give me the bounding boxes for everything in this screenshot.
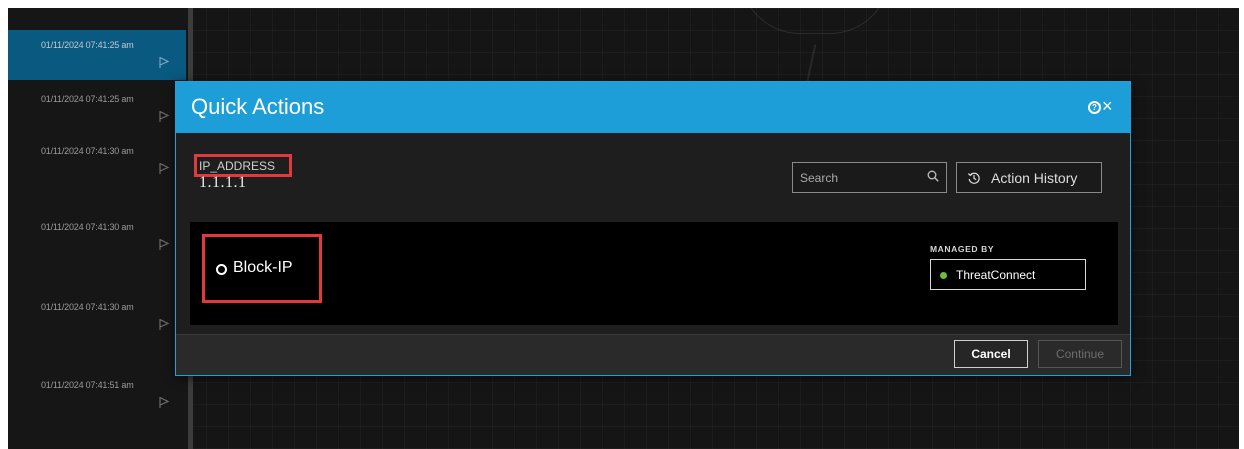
continue-button[interactable]: Continue [1038, 340, 1122, 368]
actions-panel: Block-IP MANAGED BY ThreatConnect [190, 222, 1118, 325]
action-label: Block-IP [233, 259, 293, 276]
action-history-button[interactable]: Action History [956, 162, 1102, 193]
help-icon[interactable]: ? [1088, 101, 1101, 114]
action-radio[interactable] [216, 264, 227, 275]
dialog-title: Quick Actions [191, 94, 325, 119]
search-icon[interactable] [927, 170, 939, 182]
managed-by-label: MANAGED BY [930, 244, 995, 254]
search-input[interactable] [792, 162, 947, 193]
status-dot-icon [940, 272, 947, 279]
cancel-button[interactable]: Cancel [954, 340, 1028, 368]
managed-by-name: ThreatConnect [956, 268, 1036, 282]
target-type-label: IP_ADDRESS [199, 159, 276, 173]
app-screen: 01/11/2024 07:41:25 am 01/11/2024 07:41:2… [8, 8, 1239, 449]
quick-actions-dialog: Quick Actions ? × IP_ADDRESS 1.1.1.1 Act… [175, 81, 1131, 376]
dialog-header: Quick Actions ? × [176, 82, 1130, 133]
dialog-footer: Cancel Continue [176, 334, 1130, 375]
managed-by-badge: ThreatConnect [930, 259, 1086, 290]
history-icon [967, 172, 980, 184]
close-icon[interactable]: × [1102, 96, 1113, 116]
action-option-block-ip[interactable]: Block-IP [202, 234, 322, 303]
action-history-label: Action History [991, 170, 1078, 186]
target-value: 1.1.1.1 [199, 174, 247, 191]
